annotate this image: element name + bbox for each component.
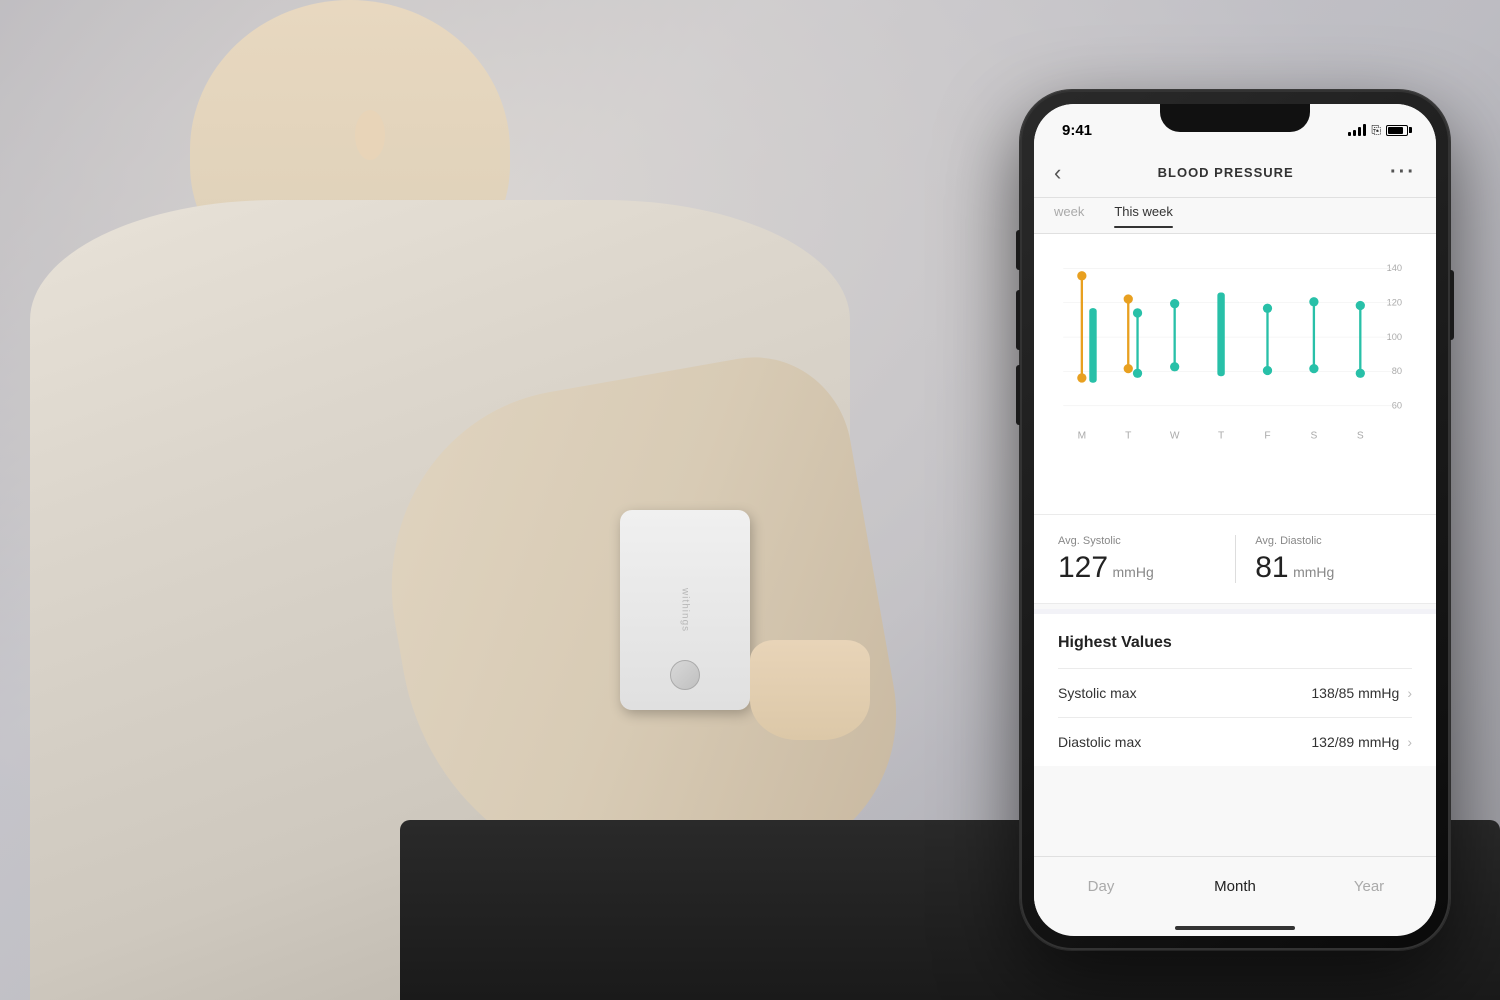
app-header: ‹ BLOOD PRESSURE ···: [1034, 148, 1436, 198]
person-ear: [355, 110, 385, 160]
time-range-tabs: week This week: [1034, 198, 1436, 234]
svg-text:60: 60: [1392, 401, 1402, 411]
systolic-max-chevron-icon: ›: [1407, 685, 1412, 701]
svg-text:S: S: [1357, 430, 1364, 441]
more-button[interactable]: ···: [1390, 161, 1416, 184]
systolic-max-label: Systolic max: [1058, 685, 1137, 701]
volume-down-button: [1016, 365, 1020, 425]
stats-section: Avg. Systolic 127 mmHg Avg. Diastolic 81…: [1034, 514, 1436, 604]
svg-text:W: W: [1170, 430, 1180, 441]
bp-device: withings: [620, 510, 750, 710]
blood-pressure-chart: 140 120 100 80 60 M T W T F: [1034, 234, 1436, 514]
wifi-icon: ⎘: [1371, 123, 1381, 138]
phone-frame: 9:41 ⎘ ‹ BLOOD PRESSURE: [1020, 90, 1450, 950]
svg-text:F: F: [1264, 430, 1270, 441]
status-time: 9:41: [1062, 114, 1092, 139]
diastolic-max-value: 132/89 mmHg: [1311, 734, 1399, 750]
svg-text:M: M: [1078, 430, 1087, 441]
back-button[interactable]: ‹: [1054, 160, 1061, 186]
stats-divider: [1235, 535, 1236, 583]
signal-icon: [1348, 124, 1366, 136]
systolic-max-value-group: 138/85 mmHg ›: [1311, 685, 1412, 701]
device-logo: withings: [680, 588, 691, 632]
home-indicator: [1175, 926, 1295, 930]
svg-text:80: 80: [1392, 366, 1402, 376]
phone-screen: 9:41 ⎘ ‹ BLOOD PRESSURE: [1034, 104, 1436, 936]
svg-text:T: T: [1125, 430, 1131, 441]
chart-svg: 140 120 100 80 60 M T W T F: [1054, 249, 1416, 479]
diastolic-max-label: Diastolic max: [1058, 734, 1141, 750]
phone-notch: [1160, 104, 1310, 132]
systolic-max-row[interactable]: Systolic max 138/85 mmHg ›: [1058, 668, 1412, 717]
diastolic-max-chevron-icon: ›: [1407, 734, 1412, 750]
tab-day[interactable]: Day: [1034, 868, 1168, 905]
screen-title: BLOOD PRESSURE: [1158, 165, 1294, 180]
tab-month[interactable]: Month: [1168, 868, 1302, 905]
svg-text:T: T: [1218, 430, 1224, 441]
highest-values-section: Highest Values Systolic max 138/85 mmHg …: [1034, 614, 1436, 766]
systolic-max-value: 138/85 mmHg: [1311, 685, 1399, 701]
period-tabs: Day Month Year: [1034, 856, 1436, 916]
device-button: [670, 660, 700, 690]
phone-container: 9:41 ⎘ ‹ BLOOD PRESSURE: [1020, 90, 1450, 950]
systolic-value: 127 mmHg: [1058, 551, 1215, 585]
tab-week[interactable]: week: [1054, 204, 1084, 227]
tab-this-week[interactable]: This week: [1114, 204, 1173, 227]
diastolic-max-value-group: 132/89 mmHg ›: [1311, 734, 1412, 750]
mute-button: [1016, 230, 1020, 270]
power-button: [1450, 270, 1454, 340]
volume-up-button: [1016, 290, 1020, 350]
tab-year[interactable]: Year: [1302, 868, 1436, 905]
diastolic-label: Avg. Diastolic: [1255, 535, 1412, 547]
battery-icon: [1386, 125, 1408, 136]
person-hand: [750, 640, 870, 740]
diastolic-max-row[interactable]: Diastolic max 132/89 mmHg ›: [1058, 717, 1412, 766]
systolic-label: Avg. Systolic: [1058, 535, 1215, 547]
systolic-stat: Avg. Systolic 127 mmHg: [1058, 535, 1215, 583]
diastolic-value: 81 mmHg: [1255, 551, 1412, 585]
status-icons: ⎘: [1348, 115, 1408, 138]
svg-text:S: S: [1310, 430, 1317, 441]
highest-values-title: Highest Values: [1058, 634, 1412, 652]
diastolic-stat: Avg. Diastolic 81 mmHg: [1255, 535, 1412, 583]
